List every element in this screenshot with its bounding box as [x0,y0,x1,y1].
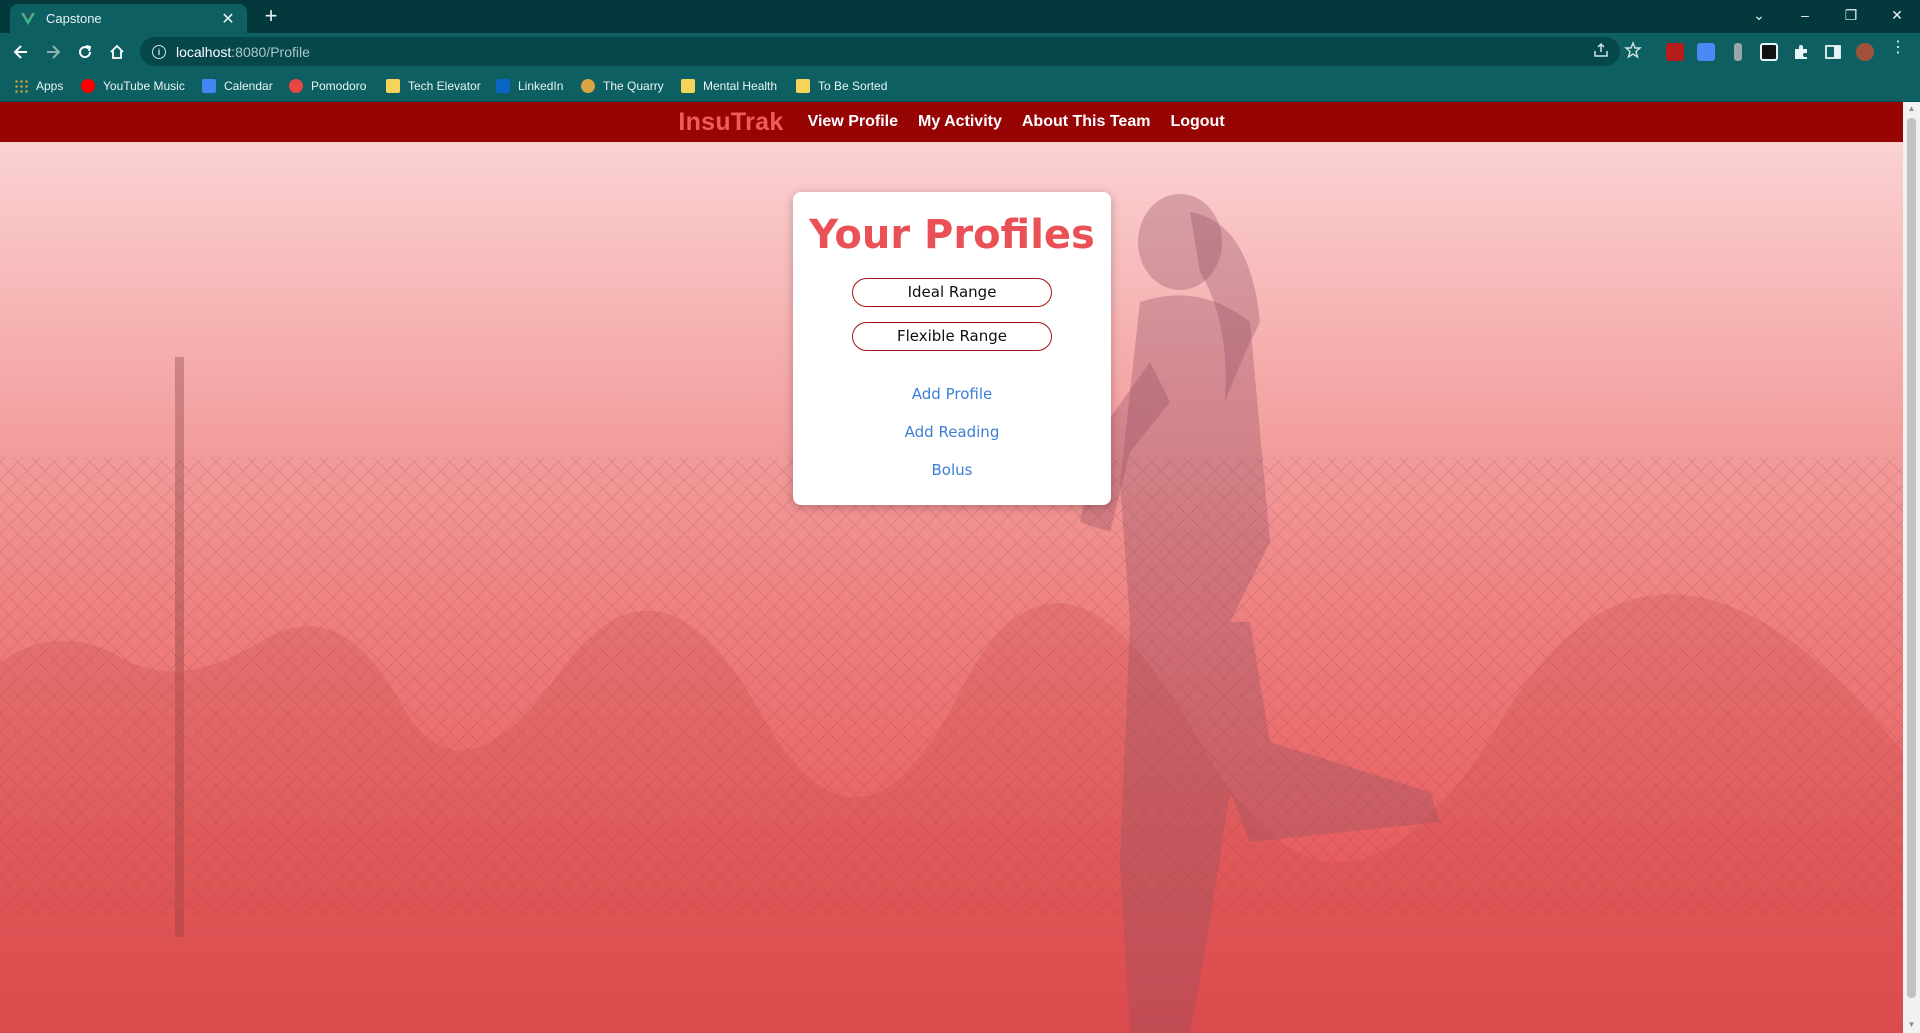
bookmark-mental-health[interactable]: Mental Health [681,76,777,96]
profile-flexible-range-button[interactable]: Flexible Range [852,322,1052,351]
page-title: Your Profiles [809,212,1095,258]
restore-icon[interactable]: ❐ [1828,0,1874,30]
scroll-down-icon[interactable]: ▼ [1907,1020,1916,1029]
bookmark-the-quarry[interactable]: The Quarry [581,76,664,96]
bookmark-youtube-music[interactable]: YouTube Music [81,76,185,96]
side-panel-icon[interactable] [1824,43,1842,61]
folder-icon [386,79,400,93]
bolus-link[interactable]: Bolus [793,461,1111,479]
bookmark-tech-elevator[interactable]: Tech Elevator [386,76,481,96]
add-profile-link[interactable]: Add Profile [793,385,1111,403]
bookmark-label: Calendar [224,79,273,93]
folder-icon [796,79,810,93]
bookmark-label: To Be Sorted [818,79,888,93]
profile-ideal-range-button[interactable]: Ideal Range [852,278,1052,307]
pomodoro-icon [289,79,303,93]
quarry-icon [581,79,595,93]
translate-icon[interactable] [1697,43,1715,61]
avatar[interactable] [1856,43,1874,61]
puzzle-icon[interactable] [1792,43,1810,61]
bookmark-calendar[interactable]: Calendar [202,76,273,96]
app-navbar: InsuTrak View Profile My Activity About … [0,102,1903,142]
bookmark-pomodoro[interactable]: Pomodoro [289,76,366,96]
extension-icon[interactable] [1760,43,1778,61]
page-scrollbar[interactable]: ▲ ▼ [1903,102,1920,1033]
address-bar[interactable]: i localhost:8080/Profile [140,37,1620,66]
bookmark-label: LinkedIn [518,79,564,93]
bookmark-star-icon[interactable] [1624,41,1642,59]
apps-grid-icon [14,79,28,93]
scroll-thumb[interactable] [1907,118,1916,998]
forward-icon[interactable] [40,39,66,65]
nav-about-team[interactable]: About This Team [1022,113,1151,131]
bookmark-label: Apps [36,79,64,93]
browser-tab[interactable]: Capstone ✕ [10,4,247,33]
back-icon[interactable] [8,39,34,65]
share-icon[interactable] [1592,41,1610,59]
brand-logo[interactable]: InsuTrak [678,108,783,137]
profiles-card: Your Profiles Ideal Range Flexible Range… [793,192,1111,505]
page-viewport: InsuTrak View Profile My Activity About … [0,102,1903,1033]
folder-icon [681,79,695,93]
home-icon[interactable] [104,39,130,65]
youtube-music-icon [81,79,95,93]
add-reading-link[interactable]: Add Reading [793,423,1111,441]
menu-icon[interactable]: ⋮ [1890,39,1906,57]
url-host: localhost [176,43,232,60]
vue-logo-icon [21,12,35,25]
new-tab-icon[interactable]: + [260,5,282,27]
reload-icon[interactable] [72,39,98,65]
bookmark-label: Mental Health [703,79,778,93]
bookmark-label: Tech Elevator [408,79,481,93]
linkedin-icon [496,79,510,93]
site-info-icon[interactable]: i [152,44,166,59]
browser-toolbar: i localhost:8080/Profile ⋮ [0,33,1920,70]
nav-logout[interactable]: Logout [1170,113,1224,131]
bookmark-label: The Quarry [603,79,664,93]
tab-title: Capstone [46,11,102,26]
url-path: :8080/Profile [231,43,310,60]
calendar-icon [202,79,216,93]
scroll-up-icon[interactable]: ▲ [1907,104,1916,113]
bookmark-linkedin[interactable]: LinkedIn [496,76,563,96]
ublock-icon[interactable] [1666,43,1684,61]
tab-strip: Capstone ✕ + ⌄ – ❐ ✕ [0,0,1920,33]
bookmark-label: Pomodoro [311,79,367,93]
nav-view-profile[interactable]: View Profile [808,113,898,131]
close-tab-icon[interactable]: ✕ [219,9,237,29]
bookmark-apps[interactable]: Apps [14,76,63,96]
nav-my-activity[interactable]: My Activity [918,113,1002,131]
extension-icon[interactable] [1734,43,1742,61]
bookmarks-bar: Apps YouTube Music Calendar Pomodoro Tec… [0,70,1920,102]
minimize-icon[interactable]: – [1782,0,1828,30]
close-window-icon[interactable]: ✕ [1874,0,1920,30]
bookmark-label: YouTube Music [103,79,185,93]
tab-search-icon[interactable]: ⌄ [1736,0,1782,30]
bookmark-to-be-sorted[interactable]: To Be Sorted [796,76,887,96]
